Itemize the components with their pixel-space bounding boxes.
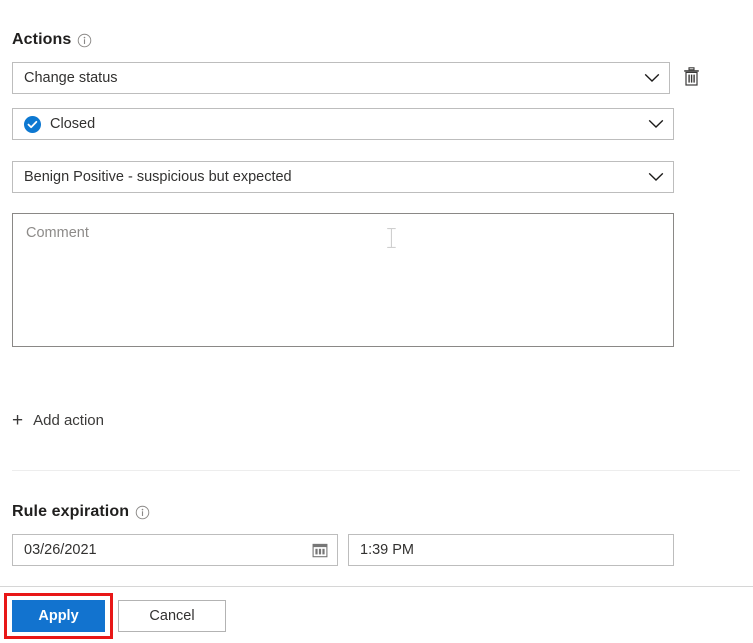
- chevron-down-icon: [648, 172, 664, 182]
- actions-section-header: Actions: [12, 31, 92, 49]
- cancel-button[interactable]: Cancel: [118, 600, 226, 632]
- info-circle-icon[interactable]: [135, 505, 150, 520]
- add-action-button[interactable]: + Add action: [12, 411, 104, 430]
- plus-icon: +: [12, 411, 23, 430]
- actions-title-row: Actions: [12, 31, 92, 49]
- status-value: Closed: [50, 117, 95, 132]
- expiration-date-value: 03/26/2021: [24, 542, 97, 558]
- section-divider: [12, 470, 740, 471]
- expiration-time-input[interactable]: 1:39 PM: [348, 534, 674, 566]
- apply-button[interactable]: Apply: [12, 600, 105, 632]
- chevron-down-icon: [648, 119, 664, 129]
- expiration-date-input[interactable]: 03/26/2021: [12, 534, 338, 566]
- status-dropdown[interactable]: Closed: [12, 108, 674, 140]
- calendar-icon[interactable]: [312, 542, 328, 558]
- trash-icon: [683, 67, 700, 89]
- suppression-rule-panel: Actions Change status: [0, 0, 753, 643]
- actions-title-label: Actions: [12, 31, 71, 49]
- rule-expiration-section-header: Rule expiration: [12, 503, 150, 521]
- check-circle-icon: [24, 116, 41, 133]
- action-type-value: Change status: [24, 71, 118, 86]
- action-type-dropdown[interactable]: Change status: [12, 62, 670, 94]
- action-type-row: Change status: [12, 62, 702, 94]
- classification-dropdown[interactable]: Benign Positive - suspicious but expecte…: [12, 161, 674, 193]
- chevron-down-icon: [644, 73, 660, 83]
- add-action-label: Add action: [33, 412, 104, 429]
- footer-divider: [0, 586, 753, 587]
- delete-action-button[interactable]: [680, 65, 702, 91]
- rule-expiration-title-row: Rule expiration: [12, 503, 150, 521]
- expiration-time-value: 1:39 PM: [360, 542, 414, 558]
- cancel-button-label: Cancel: [149, 608, 194, 624]
- comment-placeholder: Comment: [26, 225, 89, 241]
- rule-expiration-title-label: Rule expiration: [12, 503, 129, 521]
- info-circle-icon[interactable]: [77, 33, 92, 48]
- classification-value: Benign Positive - suspicious but expecte…: [24, 170, 292, 185]
- text-cursor-icon: [385, 228, 398, 251]
- comment-textarea[interactable]: Comment: [12, 213, 674, 347]
- apply-button-label: Apply: [38, 608, 78, 624]
